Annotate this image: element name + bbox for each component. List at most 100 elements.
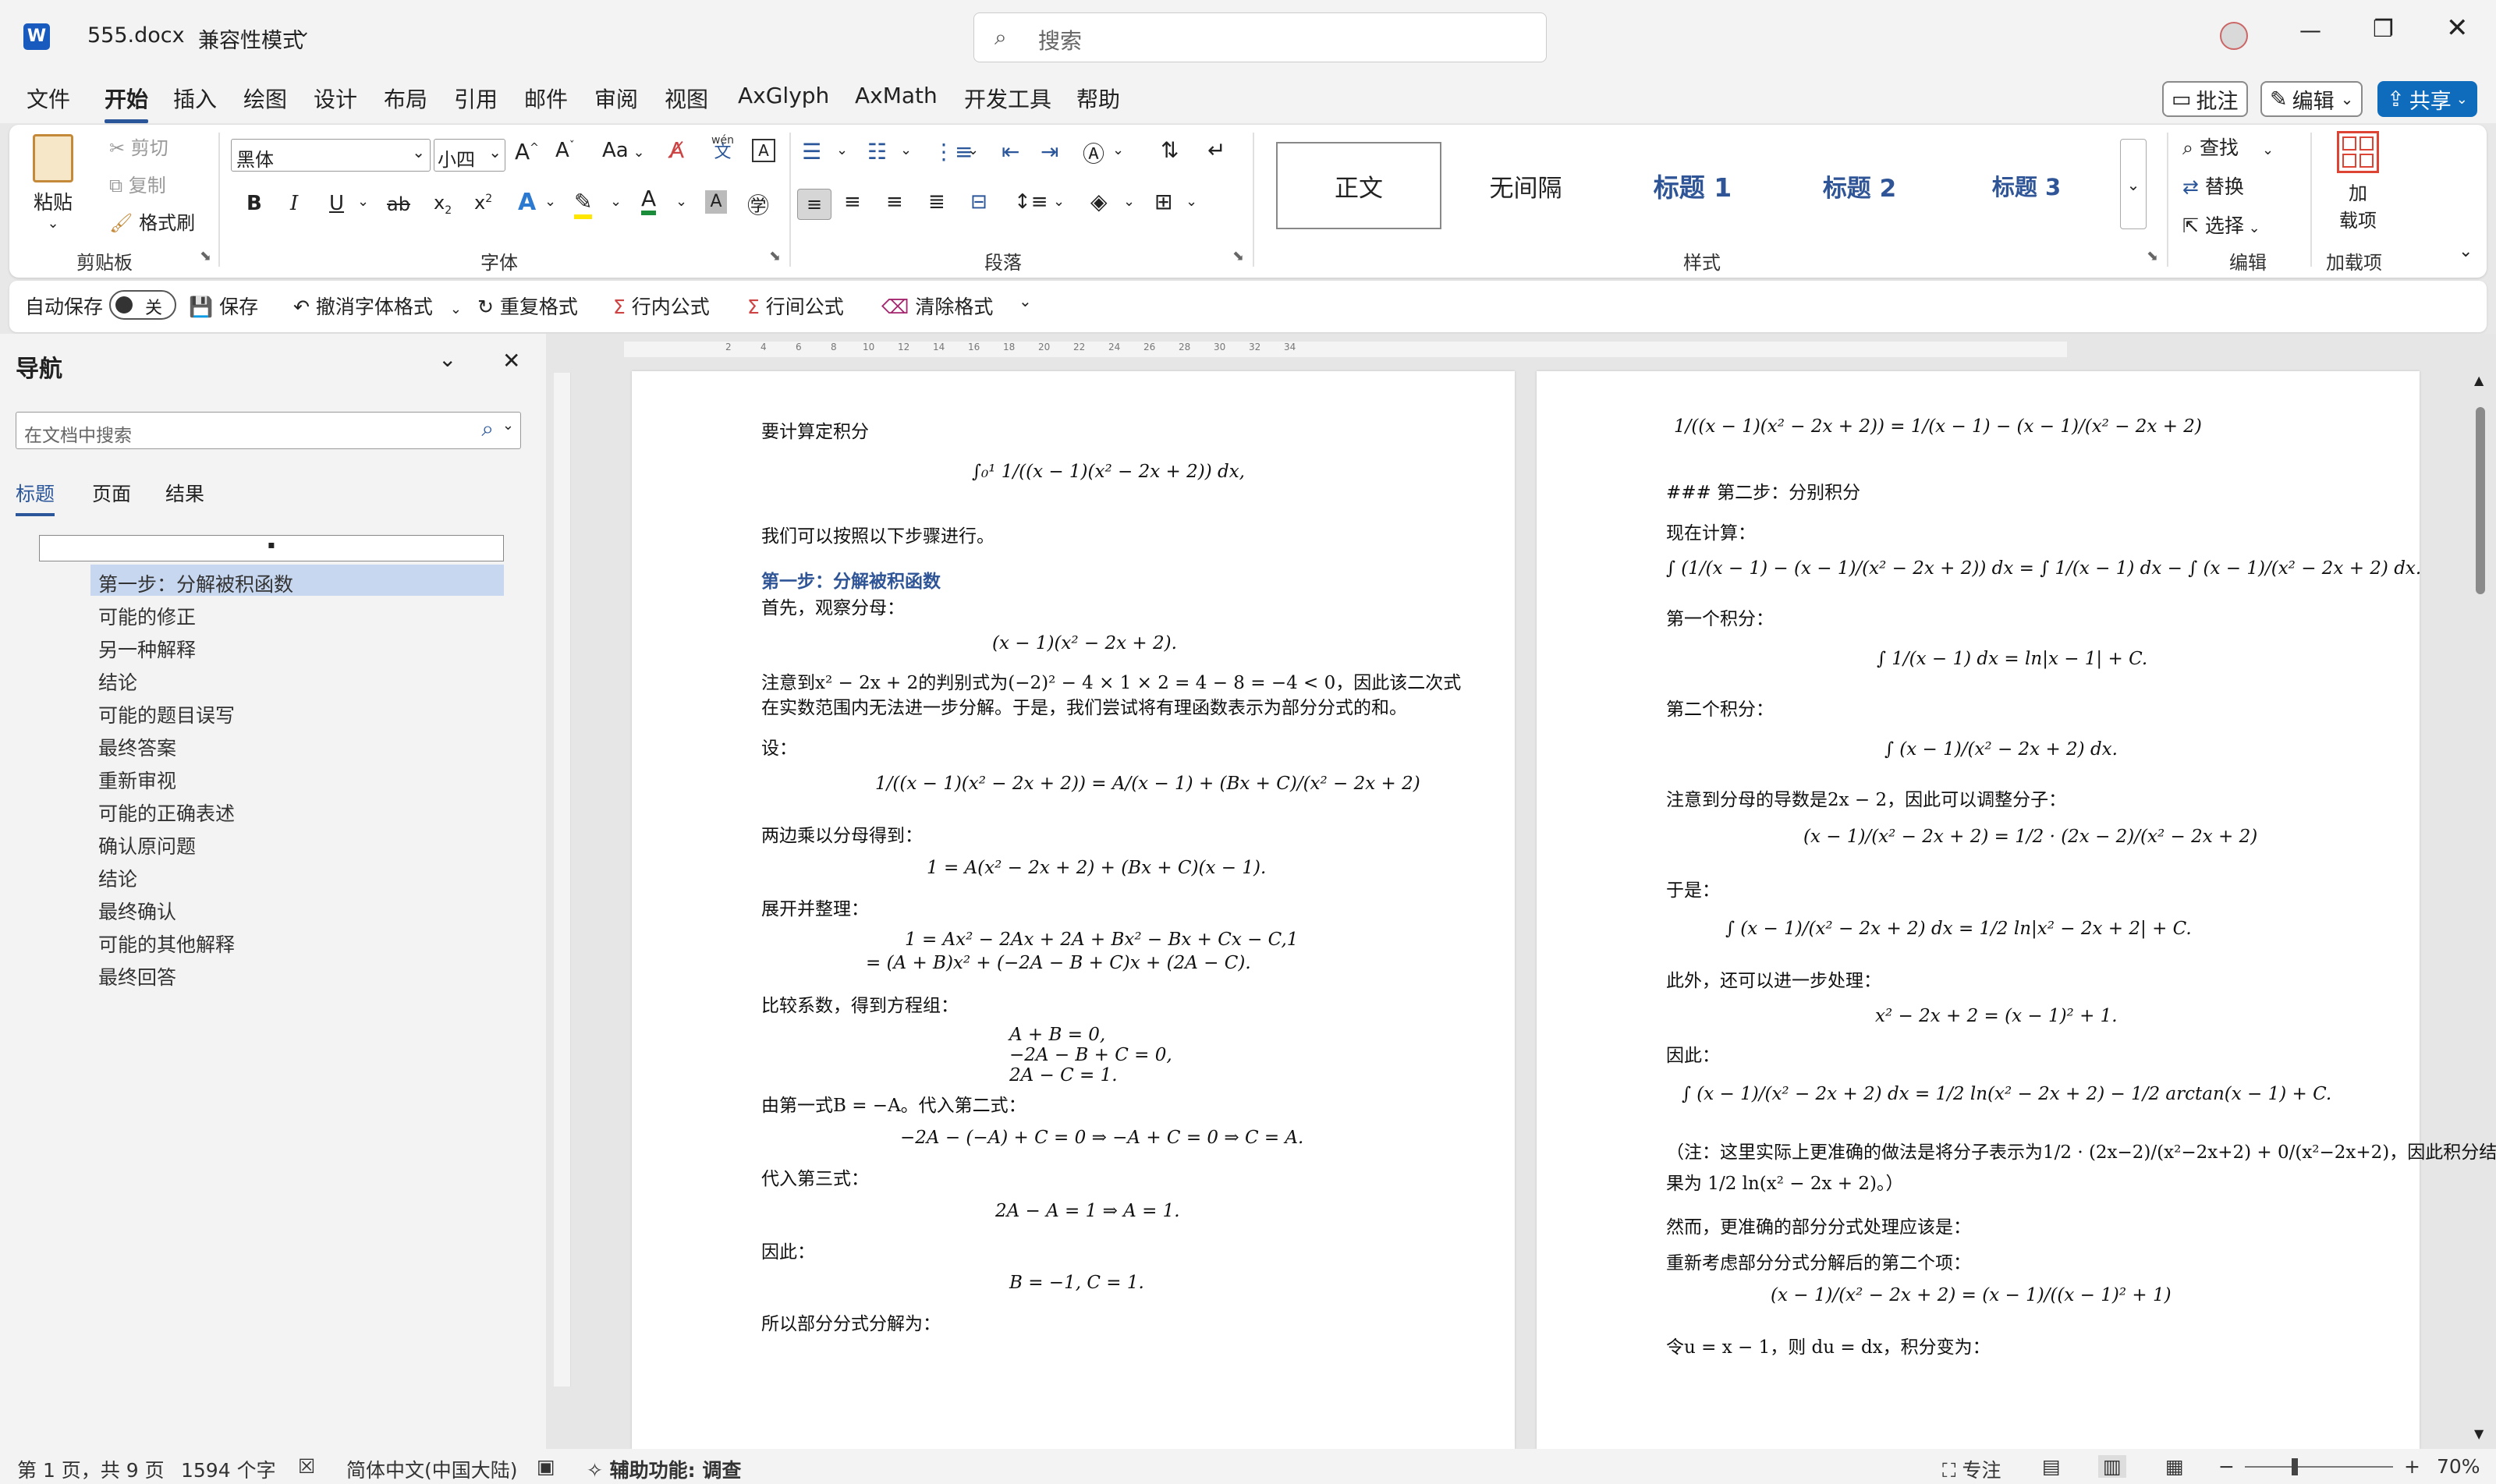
enclose-character-icon[interactable]: ㊫: [747, 189, 769, 220]
nav-search-input[interactable]: 在文档中搜索 ⌕ ⌄: [16, 412, 521, 449]
clear-formatting-icon[interactable]: A̸: [669, 137, 684, 163]
nav-item[interactable]: 可能的题目误写: [98, 700, 235, 728]
nav-item[interactable]: 另一种解释: [98, 635, 196, 663]
dialog-launcher-icon[interactable]: ⬊: [200, 248, 211, 264]
document-page-1[interactable]: 要计算定积分 ∫₀¹ 1/((x − 1)(x² − 2x + 2)) dx, …: [632, 371, 1515, 1449]
tab-developer[interactable]: 开发工具: [964, 83, 1051, 114]
character-shading-icon[interactable]: A: [705, 190, 727, 214]
borders-icon[interactable]: ⊞: [1154, 189, 1172, 214]
decrease-indent-icon[interactable]: ⇤: [1002, 139, 1019, 165]
zoom-slider[interactable]: [2245, 1458, 2393, 1475]
dialog-launcher-icon[interactable]: ⬊: [2147, 248, 2158, 264]
chevron-down-icon[interactable]: ⌄: [296, 22, 310, 41]
copy-button[interactable]: ⧉ 复制: [109, 170, 166, 197]
customize-qat-icon[interactable]: ⌄: [1019, 292, 1032, 310]
style-heading-3[interactable]: 标题 3: [1944, 142, 2109, 229]
tab-references[interactable]: 引用: [454, 83, 498, 114]
sort-icon[interactable]: ⇅: [1161, 137, 1179, 163]
shading-icon[interactable]: ◈: [1090, 189, 1108, 214]
increase-indent-icon[interactable]: ⇥: [1041, 139, 1058, 165]
tab-view[interactable]: 视图: [665, 83, 708, 114]
comment-button[interactable]: ▭ 批注: [2162, 81, 2248, 117]
nav-item[interactable]: 可能的正确表述: [98, 799, 235, 827]
dialog-launcher-icon[interactable]: ⬊: [1232, 248, 1244, 264]
dialog-launcher-icon[interactable]: ⬊: [769, 248, 781, 264]
tab-draw[interactable]: 绘图: [243, 83, 287, 114]
justify-button[interactable]: ≣: [928, 190, 945, 214]
line-spacing-icon[interactable]: ↕≡: [1014, 190, 1048, 214]
restore-icon[interactable]: ❐: [2373, 16, 2394, 43]
find-button[interactable]: ⌕ 查找 ⌄: [2182, 133, 2274, 161]
tab-review[interactable]: 审阅: [594, 83, 638, 114]
chevron-down-icon[interactable]: ⌄: [357, 193, 369, 210]
clear-format-button[interactable]: ⌫ 清除格式: [881, 292, 993, 320]
scroll-up-icon[interactable]: ▲: [2474, 373, 2484, 388]
nav-item[interactable]: 最终答案: [98, 733, 176, 761]
align-right-button[interactable]: ≡: [886, 190, 903, 214]
grow-font-icon[interactable]: A^: [515, 139, 539, 165]
account-avatar[interactable]: [2220, 22, 2248, 50]
collapse-ribbon-icon[interactable]: ⌄: [2459, 242, 2473, 261]
vertical-scrollbar[interactable]: ▲ ▼: [2473, 373, 2488, 1441]
nav-item[interactable]: 可能的修正: [98, 602, 196, 630]
document-page-2[interactable]: 1/((x − 1)(x² − 2x + 2)) = 1/(x − 1) − (…: [1537, 371, 2496, 1449]
chevron-down-icon[interactable]: ⌄: [544, 193, 556, 210]
close-icon[interactable]: ✕: [502, 348, 520, 374]
tab-layout[interactable]: 布局: [384, 83, 427, 114]
tab-axglyph[interactable]: AxGlyph: [738, 83, 829, 108]
compatibility-mode[interactable]: 兼容性模式: [198, 23, 303, 54]
text-effects-icon[interactable]: A: [518, 189, 536, 216]
share-button[interactable]: ⇪ 共享 ⌄: [2377, 81, 2477, 117]
read-mode-icon[interactable]: ▤: [2042, 1455, 2061, 1478]
cut-button[interactable]: ✂ 剪切: [109, 133, 168, 160]
tab-design[interactable]: 设计: [314, 83, 357, 114]
nav-tab-pages[interactable]: 页面: [92, 479, 131, 507]
redo-button[interactable]: ↻ 重复格式: [477, 292, 578, 320]
word-count[interactable]: 1594 个字: [181, 1455, 276, 1483]
web-layout-icon[interactable]: ▦: [2165, 1455, 2184, 1478]
format-painter-button[interactable]: 🖌 格式刷: [109, 207, 195, 235]
strikethrough-button[interactable]: ab: [387, 193, 410, 215]
tab-mailings[interactable]: 邮件: [524, 83, 568, 114]
nav-item[interactable]: 结论: [98, 668, 137, 696]
close-icon[interactable]: ✕: [2446, 12, 2469, 44]
zoom-in-button[interactable]: +: [2404, 1455, 2420, 1478]
language[interactable]: 简体中文(中国大陆): [346, 1455, 518, 1483]
tab-home[interactable]: 开始: [105, 83, 149, 123]
bold-button[interactable]: B: [246, 192, 262, 215]
nav-tab-headings[interactable]: 标题: [16, 479, 55, 516]
character-border-icon[interactable]: A: [752, 139, 775, 162]
editing-mode-button[interactable]: ✎ 编辑 ⌄: [2260, 81, 2363, 117]
align-center-button[interactable]: ≡: [844, 190, 861, 214]
paste-button[interactable]: 粘贴 ⌄: [25, 131, 81, 232]
replace-button[interactable]: ⇄ 替换: [2182, 172, 2244, 200]
nav-item[interactable]: 可能的其他解释: [98, 930, 235, 958]
highlight-icon[interactable]: ✎: [574, 189, 593, 219]
distributed-button[interactable]: ⊟: [970, 190, 987, 214]
search-box[interactable]: ⌕ 搜索: [973, 12, 1547, 62]
asian-layout-icon[interactable]: Ⓐ: [1083, 137, 1104, 168]
tab-file[interactable]: 文件: [27, 83, 70, 114]
numbering-icon[interactable]: ☷: [867, 139, 887, 165]
page-count[interactable]: 第 1 页，共 9 页: [17, 1455, 165, 1483]
zoom-out-button[interactable]: −: [2218, 1455, 2235, 1478]
accessibility-status[interactable]: ✧ 辅助功能: 调查: [587, 1455, 741, 1483]
nav-heading-empty[interactable]: ▪: [39, 535, 504, 561]
tab-axmath[interactable]: AxMath: [855, 83, 938, 108]
display-formula-button[interactable]: Σ 行间公式: [747, 292, 844, 320]
style-normal[interactable]: 正文: [1276, 142, 1441, 229]
inline-formula-button[interactable]: Σ 行内公式: [613, 292, 710, 320]
chevron-down-icon[interactable]: ⌄: [610, 193, 622, 210]
chevron-down-icon[interactable]: ⌄: [967, 142, 979, 158]
align-left-button[interactable]: ≡: [797, 189, 831, 220]
nav-item[interactable]: 重新审视: [98, 766, 176, 794]
show-marks-icon[interactable]: ↵: [1207, 137, 1225, 163]
select-button[interactable]: ⇱ 选择 ⌄: [2182, 211, 2260, 239]
shrink-font-icon[interactable]: Aˇ: [555, 139, 575, 162]
nav-item[interactable]: 结论: [98, 864, 137, 892]
undo-button[interactable]: ↶ 撤消字体格式 ⌄: [293, 292, 462, 320]
nav-item[interactable]: 第一步：分解被积函数: [98, 569, 293, 597]
proofing-icon[interactable]: ☒: [298, 1455, 315, 1478]
save-button[interactable]: 💾 保存: [189, 292, 258, 320]
chevron-down-icon[interactable]: ⌄: [1186, 193, 1197, 210]
